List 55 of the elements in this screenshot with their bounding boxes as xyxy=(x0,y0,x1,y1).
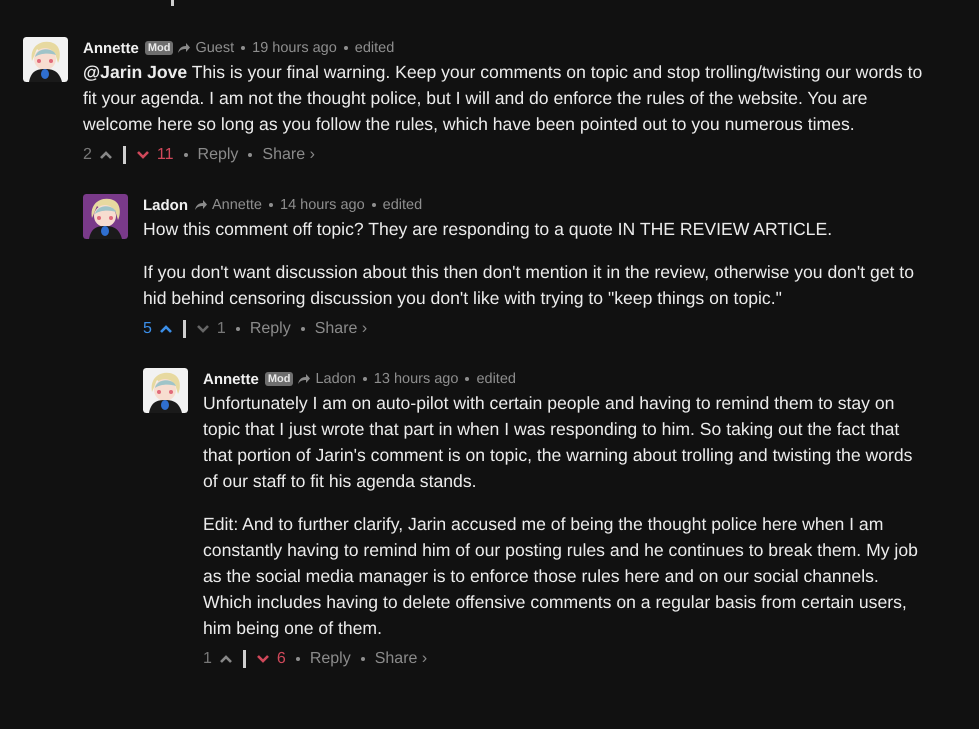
downvote-count: 6 xyxy=(276,650,286,668)
author-name[interactable]: Ladon xyxy=(143,196,188,214)
separator-dot xyxy=(362,377,367,381)
timestamp[interactable]: 14 hours ago xyxy=(280,197,365,213)
separator-dot xyxy=(296,657,300,661)
separator-dot xyxy=(248,153,252,157)
share-link[interactable]: Share › xyxy=(374,650,428,668)
reply-link[interactable]: Reply xyxy=(250,320,291,338)
edited-label: edited xyxy=(382,197,422,213)
edited-label: edited xyxy=(476,371,516,387)
downvote-icon[interactable] xyxy=(196,324,210,334)
share-link[interactable]: Share › xyxy=(262,146,315,164)
upvote-count: 5 xyxy=(143,320,152,338)
upvote-icon[interactable] xyxy=(98,150,113,160)
downvote-count: 1 xyxy=(216,320,226,338)
separator-dot xyxy=(344,46,348,50)
reply-to-name[interactable]: Annette xyxy=(212,197,262,213)
separator-dot xyxy=(269,203,273,207)
upvote-icon[interactable] xyxy=(218,654,233,664)
comment-text: Unfortunately I am on auto-pilot with certain people and having to remind them to stay on topic that I just wrote that part in when I was responding to him. So taking out the fact that that portion of Jarin's comment is on topic, the warning about trolling and twisting the words of our staff to fit his agenda stands. xyxy=(203,392,914,493)
downvote-icon[interactable] xyxy=(256,654,270,664)
avatar-drawing[interactable] xyxy=(23,37,68,82)
avatar-drawing[interactable] xyxy=(143,368,188,413)
moderator-badge: Mod xyxy=(144,41,174,55)
moderator-badge: Mod xyxy=(264,372,294,386)
separator-dot xyxy=(236,327,240,331)
reply-to-name[interactable]: Ladon xyxy=(315,371,356,387)
avatar-drawing[interactable] xyxy=(83,194,128,239)
reply-arrow-icon xyxy=(177,42,192,54)
upvote-count: 1 xyxy=(203,650,212,668)
comment-text: Edit: And to further clarify, Jarin accused me of being the thought police here when I am constantly having to remind him of our posting rules and he continues to break them. My job as the social media manager is to enforce those rules here and on our social channels. Which includes having to delete offensive comments on a regular basis from certain users, him being one of them. xyxy=(203,513,919,640)
timestamp[interactable]: 19 hours ago xyxy=(252,40,337,56)
reply-to-name[interactable]: Guest xyxy=(195,40,234,56)
timestamp[interactable]: 13 hours ago xyxy=(374,371,458,387)
comment-text: @Jarin Jove This is your final warning. Keep your comments on topic and stop trolling/twisting our words to fit your agenda. I am not the thought police, but I will and do enforce the rules of the website. You are welcome here so long as you follow the rules, which have been pointed out to you numerous times. xyxy=(83,61,924,136)
reply-link[interactable]: Reply xyxy=(310,650,351,668)
comment-text: How this comment off topic? They are responding to a quote IN THE REVIEW ARTICLE. xyxy=(143,218,834,241)
author-name[interactable]: Annette xyxy=(203,370,259,388)
edited-label: edited xyxy=(354,40,394,56)
downvote-count: 11 xyxy=(156,146,174,164)
separator-dot xyxy=(300,327,305,331)
comment-text: If you don't want discussion about this then don't mention it in the review, otherwise you don't get to hid behind censoring discussion you don't like with trying to "keep things on topic." xyxy=(143,261,915,310)
separator-dot xyxy=(241,46,246,50)
separator-dot xyxy=(372,203,376,207)
upvote-icon[interactable] xyxy=(158,324,173,334)
downvote-icon[interactable] xyxy=(136,150,150,160)
upvote-count: 2 xyxy=(83,146,92,164)
reply-arrow-icon xyxy=(297,373,312,385)
separator-dot xyxy=(184,153,188,157)
reply-arrow-icon xyxy=(194,199,208,211)
separator-dot xyxy=(465,377,470,381)
share-link[interactable]: Share › xyxy=(314,320,368,338)
reply-link[interactable]: Reply xyxy=(198,146,238,164)
author-name[interactable]: Annette xyxy=(83,40,139,56)
separator-dot xyxy=(360,657,365,661)
